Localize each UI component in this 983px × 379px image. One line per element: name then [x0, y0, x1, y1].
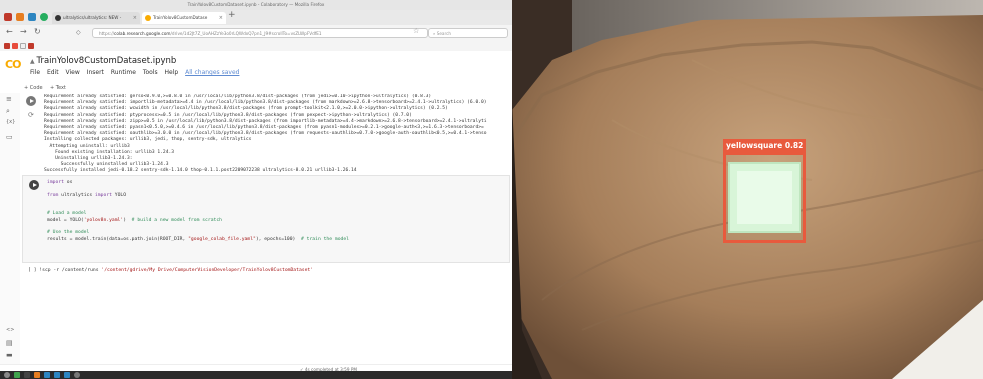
add-text-button[interactable]: + Text — [50, 85, 66, 91]
detection-label: yellowsquare 0.82 — [723, 139, 807, 152]
bookmark-icon[interactable] — [4, 43, 10, 49]
detection-class: yellowsquare — [726, 141, 783, 150]
colab-logo-icon[interactable]: CO — [5, 58, 21, 71]
add-code-button[interactable]: + Code — [24, 85, 43, 91]
run-cell-button[interactable] — [29, 180, 39, 190]
app-icon — [4, 13, 12, 21]
menu-file[interactable]: File — [30, 69, 40, 76]
app-icon[interactable] — [54, 372, 60, 378]
saved-status-link[interactable]: All changes saved — [185, 69, 239, 76]
start-menu-icon[interactable] — [4, 372, 10, 378]
code-editor[interactable]: import os from ultralytics import YOLO #… — [47, 180, 349, 243]
left-sidebar: ≡ ⌕ {x} ▭ <> ▤ ▬ — [0, 93, 21, 367]
firefox-app-icon[interactable] — [34, 372, 40, 378]
app-icon — [40, 13, 48, 21]
tab-label: ultralytics/ultralytics: NEW - — [63, 15, 122, 20]
files-app-icon[interactable] — [14, 372, 20, 378]
bookmarks-bar — [0, 41, 512, 51]
run-cell-icon[interactable] — [26, 96, 36, 106]
colab-header: CO ▲ TrainYolov8CustomDataset.ipynb ☆ Fi… — [0, 51, 512, 85]
menu-view[interactable]: View — [66, 69, 80, 76]
new-tab-button[interactable]: + — [228, 10, 236, 20]
scp-path: '/content/gdrive/My Drive/ComputerVision… — [101, 268, 314, 273]
detection-confidence: 0.82 — [784, 141, 804, 150]
url-bar[interactable]: https://colab.research.google.com/drive/… — [92, 28, 428, 38]
detection-bounding-box — [723, 152, 806, 243]
menu-help[interactable]: Help — [165, 69, 179, 76]
variables-icon[interactable]: {x} — [6, 119, 15, 125]
desktop-screen: TrainYolov8CustomDataset.ipynb - Colabor… — [0, 0, 512, 379]
terminal-app-icon[interactable] — [24, 372, 30, 378]
output-options-icon[interactable]: ⟳ — [28, 111, 34, 119]
app-icon[interactable] — [64, 372, 70, 378]
tab-label: TrainYolov8CustomDatase — [153, 15, 208, 20]
back-icon[interactable]: ← — [6, 27, 13, 36]
shield-icon: ◇ — [76, 29, 81, 36]
menu-bar: File Edit View Insert Runtime Tools Help… — [30, 69, 244, 76]
scp-command: !scp -r /content/runs — [39, 268, 102, 273]
notebook-title[interactable]: ▲ TrainYolov8CustomDataset.ipynb — [30, 56, 176, 66]
cell-toolbar: + Code + Text — [0, 85, 512, 93]
search-placeholder: Search — [436, 31, 452, 36]
toc-icon[interactable]: ≡ — [6, 95, 12, 103]
output-text: Requirement already satisfied: gerso<0.9… — [44, 94, 487, 174]
close-icon[interactable]: × — [133, 12, 137, 24]
files-icon[interactable]: ▭ — [6, 133, 13, 141]
bookmark-icon[interactable] — [12, 43, 18, 49]
tab-ultralytics[interactable]: ultralytics/ultralytics: NEW - × — [52, 12, 140, 24]
github-icon — [55, 15, 61, 21]
reload-icon[interactable]: ↻ — [34, 27, 41, 36]
tab-bar: ultralytics/ultralytics: NEW - × TrainYo… — [0, 10, 512, 25]
taskbar — [0, 371, 512, 379]
star-icon[interactable]: ☆ — [136, 56, 142, 64]
close-icon[interactable]: × — [219, 12, 223, 24]
search-input[interactable]: ⌕ Search — [428, 28, 508, 38]
command-palette-icon[interactable]: ▤ — [6, 339, 13, 347]
code-snippets-icon[interactable]: <> — [6, 327, 14, 333]
search-icon[interactable]: ⌕ — [6, 107, 10, 116]
colab-icon — [145, 15, 151, 21]
bookmark-star-icon[interactable]: ☆ — [413, 27, 419, 35]
cell-run-indicator[interactable]: [ ] — [28, 268, 36, 273]
bookmark-icon[interactable] — [28, 43, 34, 49]
code-cell-train[interactable]: import os from ultralytics import YOLO #… — [22, 175, 510, 263]
menu-tools[interactable]: Tools — [143, 69, 158, 76]
terminal-icon[interactable]: ▬ — [6, 351, 13, 359]
pip-output: ⟳ Requirement already satisfied: gerso<0… — [20, 93, 512, 173]
notebook-content: ⟳ Requirement already satisfied: gerso<0… — [20, 93, 512, 367]
menu-insert[interactable]: Insert — [87, 69, 104, 76]
window-title: TrainYolov8CustomDataset.ipynb - Colabor… — [0, 0, 512, 10]
app-icon — [16, 13, 24, 21]
code-cell-scp[interactable]: [ ] !scp -r /content/runs '/content/gdri… — [22, 265, 510, 277]
notebook-title-text: TrainYolov8CustomDataset.ipynb — [36, 56, 177, 66]
forward-icon[interactable]: → — [20, 27, 27, 36]
url-path: /drive/1d2Jt7Z_UoAHZzYe3o0rLQWdxQ7pn1_J9… — [170, 31, 322, 36]
url-host: colab.research.google.com — [114, 31, 171, 36]
menu-edit[interactable]: Edit — [47, 69, 59, 76]
url-prefix: https:// — [99, 31, 115, 36]
app-icon[interactable] — [44, 372, 50, 378]
app-icon[interactable] — [74, 372, 80, 378]
bookmark-icon[interactable] — [20, 43, 26, 49]
tab-colab[interactable]: TrainYolov8CustomDatase × — [142, 12, 226, 24]
navigation-bar: ← → ↻ ◇ https://colab.research.google.co… — [0, 25, 512, 42]
app-icon — [28, 13, 36, 21]
menu-runtime[interactable]: Runtime — [111, 69, 136, 76]
